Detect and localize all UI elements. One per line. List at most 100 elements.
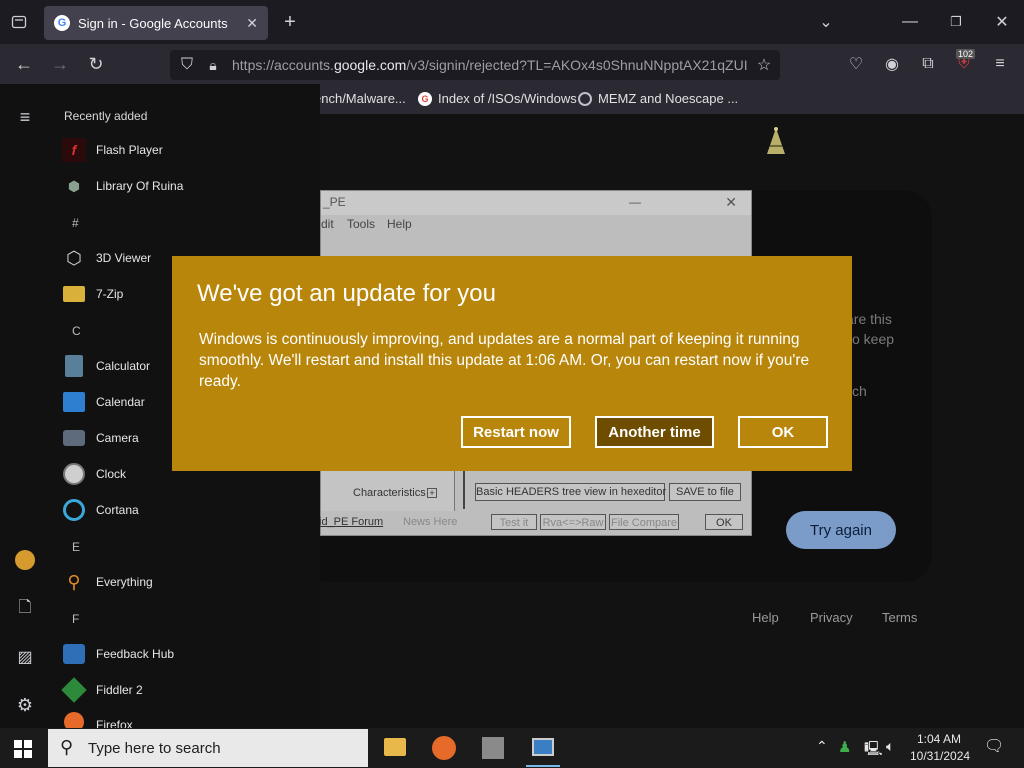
pe-rva-button[interactable]: Rva<=>Raw xyxy=(540,514,606,530)
documents-icon[interactable]: 🗋︎ xyxy=(14,598,36,620)
app-feedback-hub[interactable]: Feedback Hub xyxy=(62,639,174,669)
fiddler-icon xyxy=(61,677,87,703)
flash-icon: f xyxy=(62,138,86,162)
app-label: Feedback Hub xyxy=(96,647,175,661)
hamburger-icon[interactable]: ≡ xyxy=(14,106,36,128)
app-cortana[interactable]: Cortana xyxy=(62,495,139,525)
url-bar[interactable]: https://accounts.google.com/v3/signin/re… xyxy=(170,50,780,80)
app-firefox[interactable]: Firefox xyxy=(62,710,133,728)
user-avatar[interactable] xyxy=(15,550,35,570)
volume-icon[interactable]: 🔈︎ xyxy=(886,738,894,755)
ruina-icon: ⬢ xyxy=(67,177,81,194)
app-label: Everything xyxy=(96,575,153,589)
search-icon: ⚲ xyxy=(67,571,81,592)
footer-help-link[interactable]: Help xyxy=(752,610,779,625)
app-clock[interactable]: Clock xyxy=(62,459,126,489)
bookmark-star-icon[interactable]: ☆ xyxy=(754,55,774,75)
pe-menu-tools[interactable]: Tools xyxy=(347,217,375,231)
forward-icon[interactable]: → xyxy=(50,54,70,74)
clock-time[interactable]: 1:04 AM xyxy=(917,732,961,746)
bookmark-label: MEMZ and Noescape ... xyxy=(598,91,739,106)
list-all-tabs-icon[interactable]: ⌄ xyxy=(816,12,836,32)
pictures-icon[interactable]: ▨ xyxy=(14,646,36,668)
app-label: Firefox xyxy=(96,718,133,728)
menu-icon[interactable]: ≡ xyxy=(990,54,1010,74)
bookmark-memz[interactable]: MEMZ and Noescape ... xyxy=(578,91,738,106)
start-button[interactable] xyxy=(14,740,32,758)
party-hat-icon xyxy=(764,126,788,156)
pe-news-text: News Here xyxy=(403,516,458,528)
minimize-icon[interactable]: — xyxy=(900,12,920,32)
restore-icon[interactable]: ❐ xyxy=(946,12,966,32)
bookmark-isos[interactable]: G Index of /ISOs/Windows xyxy=(418,91,577,106)
extensions-icon[interactable]: ⧉ xyxy=(918,54,938,74)
search-icon: ⚲ xyxy=(60,737,74,757)
app-label: Fiddler 2 xyxy=(96,683,143,697)
browser-tab-bar: G Sign in - Google Accounts ✕ + ⌄ — ❐ ✕ xyxy=(0,0,1024,44)
pe-minimize-icon[interactable]: — xyxy=(629,191,641,213)
section-letter[interactable]: F xyxy=(72,612,79,626)
section-letter[interactable]: E xyxy=(72,540,80,554)
app-label: Library Of Ruina xyxy=(96,179,184,193)
url-domain: google.com xyxy=(333,57,407,73)
pe-close-icon[interactable]: ✕ xyxy=(725,191,737,213)
app-camera[interactable]: Camera xyxy=(62,423,139,453)
pe-tree-view-button[interactable]: Basic HEADERS tree view in hexeditor xyxy=(475,483,666,501)
app-taskbar-icon[interactable] xyxy=(482,737,504,759)
shield-icon[interactable]: ⛉ xyxy=(178,55,196,75)
settings-icon[interactable]: ⚙ xyxy=(14,694,36,716)
tab-list-icon[interactable] xyxy=(8,12,30,32)
tab-google-signin[interactable]: G Sign in - Google Accounts ✕ xyxy=(44,6,268,40)
pe-window-title: _PE ✕ — xyxy=(321,191,751,215)
google-icon: G xyxy=(418,91,432,106)
app-3d-viewer[interactable]: ⬡ 3D Viewer xyxy=(62,243,151,273)
pe-expand-icon[interactable]: + xyxy=(427,488,437,498)
firefox-taskbar-icon[interactable] xyxy=(432,736,456,760)
try-again-button[interactable]: Try again xyxy=(786,511,896,549)
another-time-button[interactable]: Another time xyxy=(595,416,714,448)
file-explorer-taskbar-icon[interactable] xyxy=(384,738,406,756)
url-prefix: https://accounts. xyxy=(232,57,334,73)
account-icon[interactable]: ◉ xyxy=(882,54,902,74)
pe-ok-button[interactable]: OK xyxy=(705,514,743,530)
save-to-pocket-icon[interactable]: ♡ xyxy=(846,54,866,74)
app-7zip[interactable]: 7-Zip xyxy=(62,279,123,309)
taskbar-active-indicator xyxy=(526,765,560,767)
close-tab-icon[interactable]: ✕ xyxy=(246,15,258,32)
pe-compare-button[interactable]: File Compare xyxy=(609,514,679,530)
recently-added-header: Recently added xyxy=(64,109,148,123)
pe-forum-link[interactable]: id_PE Forum xyxy=(319,516,383,528)
app-label: 7-Zip xyxy=(96,287,124,301)
app-label: Flash Player xyxy=(96,143,163,157)
pe-test-button[interactable]: Test it xyxy=(491,514,537,530)
back-icon[interactable]: ← xyxy=(14,54,34,74)
app-fiddler[interactable]: Fiddler 2 xyxy=(61,675,143,705)
app-calendar[interactable]: Calendar xyxy=(62,387,145,417)
ok-button[interactable]: OK xyxy=(738,416,828,448)
pe-save-button[interactable]: SAVE to file xyxy=(669,483,741,501)
app-flash-player[interactable]: f Flash Player xyxy=(62,135,163,165)
pe-tool-taskbar-icon[interactable] xyxy=(532,738,554,756)
pe-menu-edit[interactable]: dit xyxy=(321,217,334,231)
footer-terms-link[interactable]: Terms xyxy=(882,610,917,625)
clock-date[interactable]: 10/31/2024 xyxy=(910,749,970,763)
app-calculator[interactable]: Calculator xyxy=(62,351,150,381)
bookmark-malware[interactable]: ench/Malware... xyxy=(314,91,406,106)
tab-title: Sign in - Google Accounts xyxy=(78,15,228,31)
taskbar-search-box[interactable]: ⚲ Type here to search xyxy=(48,729,368,767)
close-window-icon[interactable]: ✕ xyxy=(992,12,1012,32)
show-hidden-icons[interactable]: ⌃ xyxy=(816,738,828,755)
restart-now-button[interactable]: Restart now xyxy=(461,416,571,448)
footer-privacy-link[interactable]: Privacy xyxy=(810,610,853,625)
section-letter[interactable]: C xyxy=(72,324,81,338)
section-letter[interactable]: # xyxy=(72,216,79,230)
app-library-of-ruina[interactable]: ⬢ Library Of Ruina xyxy=(62,171,184,201)
network-icon[interactable]: 🖳︎ xyxy=(864,738,883,762)
notifications-icon[interactable]: 🗨︎ xyxy=(984,736,1004,756)
people-icon[interactable]: ♟ xyxy=(838,738,851,756)
pe-menu-help[interactable]: Help xyxy=(387,217,412,231)
reload-icon[interactable]: ↻ xyxy=(86,54,106,74)
new-tab-icon[interactable]: + xyxy=(280,11,300,33)
lock-icon[interactable]: 🔒︎ xyxy=(204,55,222,75)
app-everything[interactable]: ⚲ Everything xyxy=(62,567,153,597)
